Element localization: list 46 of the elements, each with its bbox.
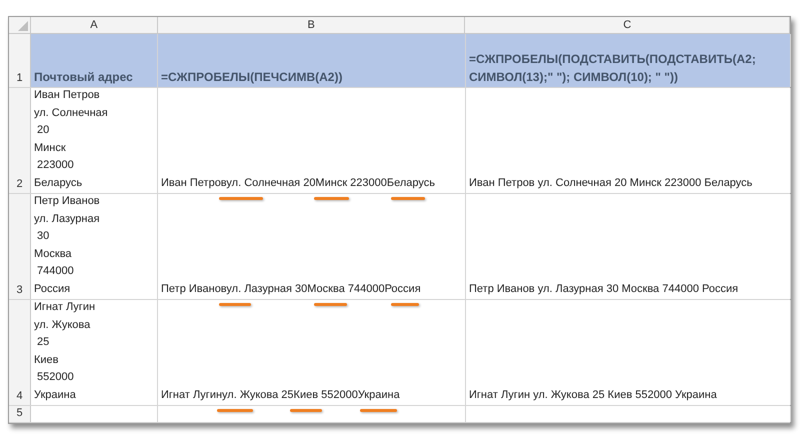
- cell-text: 20: [36, 123, 50, 138]
- cell-text: 744000: [36, 264, 75, 279]
- column-header[interactable]: B: [158, 17, 466, 33]
- underline-mark: [290, 409, 322, 412]
- cell-text: Беларусь: [34, 176, 84, 190]
- row-header[interactable]: 3: [9, 194, 31, 299]
- column-header[interactable]: C: [465, 17, 790, 33]
- underline-mark: [314, 303, 347, 306]
- underline-mark: [391, 197, 425, 200]
- cell-text: 25: [36, 335, 50, 350]
- cell-text: ул. Лазурная: [34, 212, 101, 226]
- cell-text: Петр Иванов: [34, 194, 101, 209]
- underline-mark: [219, 303, 251, 306]
- cell-text: Иван Петров ул. Солнечная 20 Минск 223000 Беларусь: [469, 176, 754, 190]
- header-cell-text: Почтовый адрес: [34, 68, 134, 86]
- row-header[interactable]: 2: [9, 88, 31, 193]
- cell-text: Москва: [34, 246, 73, 262]
- header-cell-text: =СЖПРОБЕЛЫ(ПОДСТАВИТЬ(ПОДСТАВИТЬ(A2;: [469, 51, 757, 68]
- underline-mark: [219, 197, 263, 200]
- row-header[interactable]: 4: [9, 300, 31, 405]
- cell-text: Петр Иванов ул. Лазурная 30 Москва 744000 Россия: [469, 282, 740, 296]
- cell-text: Петр Ивановул. Лазурная 30Москва 744000Россия: [161, 282, 422, 296]
- row-header[interactable]: 5: [9, 406, 31, 422]
- header-cell-text: =СЖПРОБЕЛЫ(ПЕЧСИМВ(A2)): [161, 68, 344, 86]
- cell-text: Игнат Лугин: [34, 300, 96, 315]
- cell-text: 30: [36, 229, 50, 244]
- underline-mark: [217, 409, 253, 412]
- column-header[interactable]: A: [30, 17, 158, 33]
- header-cell-text: СИМВОЛ(13);" "); СИМВОЛ(10); " ")): [469, 68, 679, 86]
- cell-text: 552000: [36, 370, 75, 385]
- cell-text: Минск: [34, 140, 67, 156]
- cell-text: Иван Петров: [34, 88, 101, 103]
- cell-text: ул. Солнечная: [34, 106, 109, 120]
- cell-text: Россия: [34, 282, 72, 296]
- corner-triangle-icon: [18, 21, 28, 31]
- row-header[interactable]: 1: [9, 34, 31, 87]
- underline-mark: [391, 303, 419, 306]
- cell-text: Иван Петровул. Солнечная 20Минск 223000Беларусь: [161, 176, 436, 190]
- cell-text: 223000: [36, 158, 75, 173]
- cell-text: Украина: [34, 388, 77, 402]
- cell-text: Игнат Лугинул. Жукова 25Киев 552000Украина: [161, 388, 401, 402]
- cell-text: Киев: [34, 352, 60, 368]
- underline-mark: [360, 409, 397, 412]
- cell-text: ул. Жукова: [34, 318, 92, 332]
- cell-text: Игнат Лугин ул. Жукова 25 Киев 552000 Украина: [469, 388, 718, 402]
- underline-mark: [314, 197, 349, 200]
